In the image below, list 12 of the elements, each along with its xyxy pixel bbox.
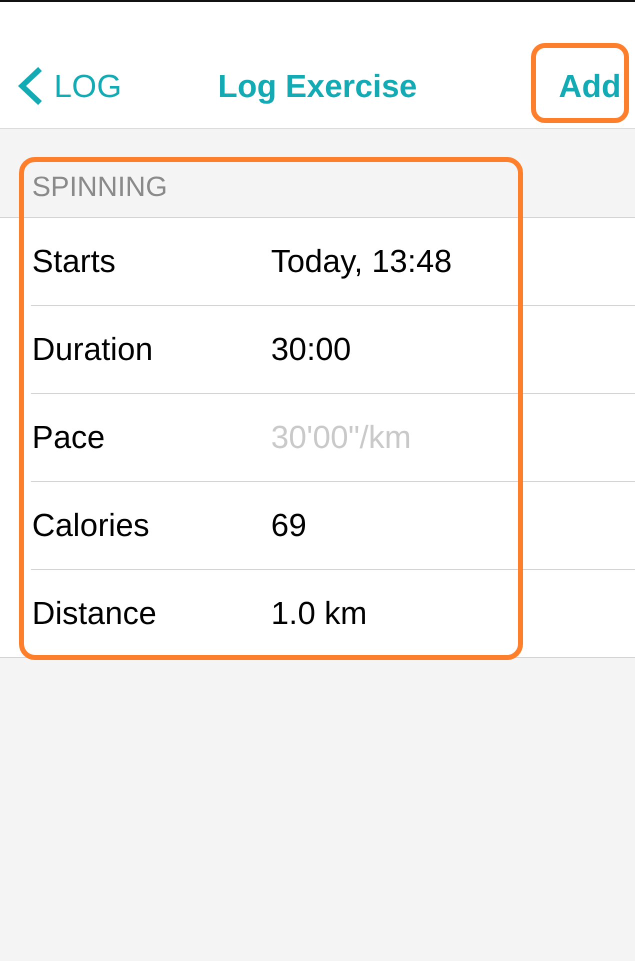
input-field[interactable]: 1.0 km bbox=[271, 595, 635, 632]
field-label: Pace bbox=[32, 419, 105, 456]
field-label: Duration bbox=[32, 331, 153, 368]
chevron-left-icon bbox=[16, 66, 44, 106]
section-header: SPINNING bbox=[32, 171, 168, 203]
field-label: Calories bbox=[32, 507, 150, 544]
field-label: Distance bbox=[32, 595, 156, 632]
field-label: Starts bbox=[32, 243, 116, 280]
input-field[interactable]: 69 bbox=[271, 507, 635, 544]
input-field[interactable]: 30:00 bbox=[271, 331, 635, 368]
input-field[interactable]: Today, 13:48 bbox=[271, 243, 635, 280]
screen-title: Log Exercise bbox=[218, 68, 418, 104]
